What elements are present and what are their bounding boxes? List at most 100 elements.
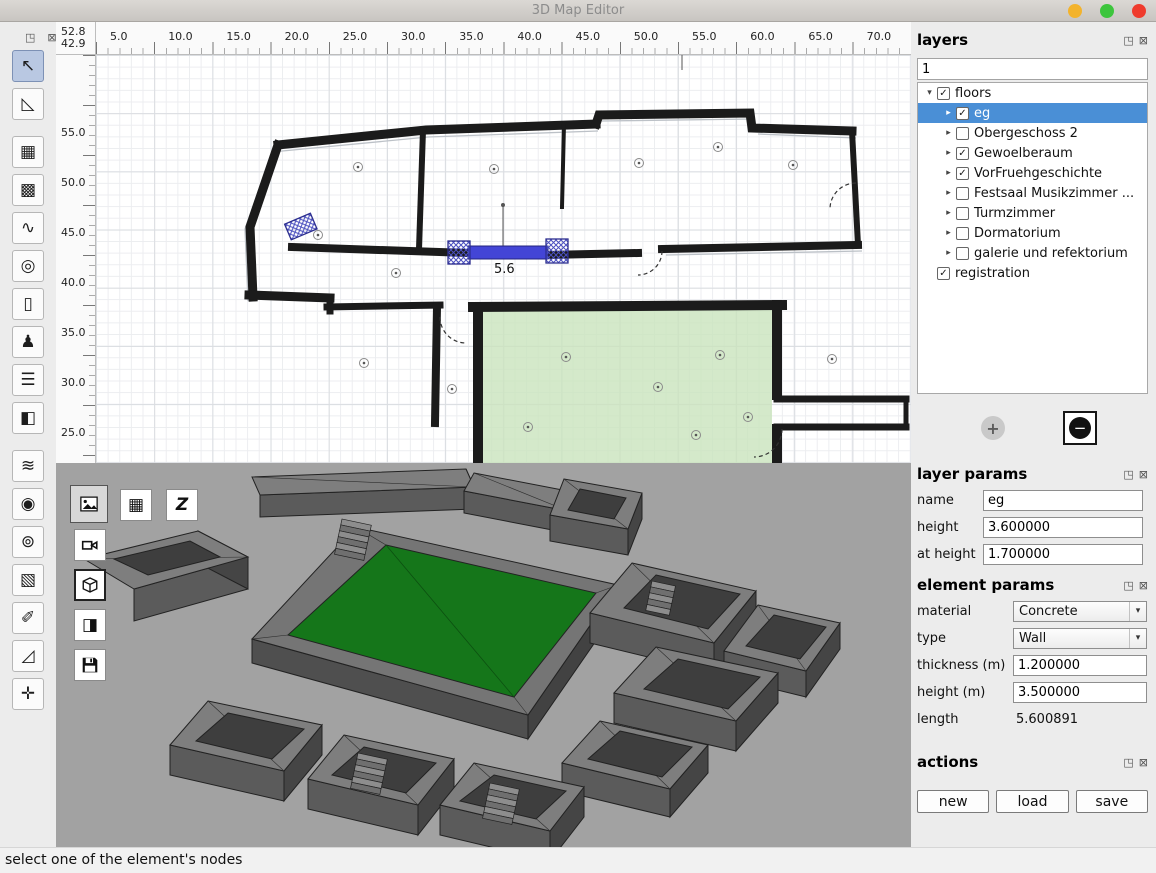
thickness-input[interactable] <box>1013 655 1147 676</box>
cube-view-button[interactable] <box>74 569 106 601</box>
slope-tool[interactable]: ◿ <box>12 640 44 672</box>
grid-icon: ▦ <box>128 497 144 514</box>
layer-checkbox[interactable]: ✓ <box>956 107 969 120</box>
hruler-label: 40.0 <box>517 30 542 43</box>
wall-icon: ◧ <box>20 410 36 427</box>
close-button[interactable] <box>1132 4 1146 18</box>
wall-tool[interactable]: ◧ <box>12 402 44 434</box>
door-tool[interactable]: ▯ <box>12 288 44 320</box>
expand-arrow-icon[interactable]: ▾ <box>922 88 937 98</box>
fingerprint-tool[interactable]: ⊚ <box>12 526 44 558</box>
float-panel-icon[interactable]: ◳ <box>25 31 35 44</box>
viewport-3d[interactable]: ▦ Z ◨ <box>56 463 911 847</box>
hruler-label: 50.0 <box>634 30 659 43</box>
layer-height-input[interactable] <box>983 517 1143 538</box>
layer-label: registration <box>955 266 1030 281</box>
layer-row-turmzimmer[interactable]: ▸Turmzimmer <box>918 203 1147 223</box>
layer-checkbox[interactable] <box>956 187 969 200</box>
expand-arrow-icon[interactable]: ▸ <box>941 208 956 218</box>
layer-row-registration[interactable]: ✓ registration <box>918 263 1147 283</box>
layer-checkbox[interactable]: ✓ <box>937 87 950 100</box>
maximize-button[interactable] <box>1100 4 1114 18</box>
furniture-tool[interactable]: ♟ <box>12 326 44 358</box>
layer-checkbox[interactable]: ✓ <box>937 267 950 280</box>
select-tool[interactable]: ↖ <box>12 50 44 82</box>
height-label: height <box>917 520 983 535</box>
hruler-label: 30.0 <box>401 30 426 43</box>
wall-mode-button[interactable]: ◨ <box>74 609 106 641</box>
layer-row-obergeschoss-2[interactable]: ▸Obergeschoss 2 <box>918 123 1147 143</box>
save-button[interactable]: save <box>1076 790 1148 813</box>
save-icon <box>81 656 99 674</box>
texture-tool[interactable]: ▦ <box>12 136 44 168</box>
beacon-tool[interactable]: ◉ <box>12 488 44 520</box>
layer-params-section: layer params ◳ ⊠ name height at height <box>917 464 1148 565</box>
remove-layer-button[interactable]: − <box>1063 411 1097 445</box>
expand-arrow-icon[interactable]: ▸ <box>941 228 956 238</box>
floorplan-canvas[interactable]: 5.6 <box>96 55 911 463</box>
layer-row-floors[interactable]: ▾✓floors <box>918 83 1147 103</box>
new-button[interactable]: new <box>917 790 989 813</box>
texture-icon: ▦ <box>20 144 36 161</box>
layer-row-vorfruehgeschichte[interactable]: ▸✓VorFruehgeschichte <box>918 163 1147 183</box>
layer-checkbox[interactable]: ✓ <box>956 147 969 160</box>
layer-row-gewoelberaum[interactable]: ▸✓ Gewoelberaum <box>918 143 1147 163</box>
window-title: 3D Map Editor <box>0 3 1156 18</box>
grid-toggle-button[interactable]: ▦ <box>120 489 152 521</box>
layer-label: Gewoelberaum <box>974 146 1073 161</box>
z-levels-button[interactable]: Z <box>166 489 198 521</box>
add-layer-button[interactable]: + <box>981 416 1005 440</box>
material-select[interactable]: Concrete ▾ <box>1013 601 1147 622</box>
length-value: 5.600891 <box>1013 712 1078 727</box>
selected-wall-element[interactable]: 5.6 <box>285 203 568 277</box>
layer-row-festsaal-musikzimmer[interactable]: ▸Festsaal Musikzimmer ... <box>918 183 1147 203</box>
wifi-icon: ≋ <box>21 458 35 475</box>
pen-tool[interactable]: ✐ <box>12 602 44 634</box>
layer-params-header: layer params ◳ ⊠ <box>917 464 1148 484</box>
hruler-label: 70.0 <box>867 30 892 43</box>
close-panel-icon[interactable]: ⊠ <box>1139 468 1148 481</box>
load-button[interactable]: load <box>996 790 1068 813</box>
layer-row-galerie-und-refektorium[interactable]: ▸galerie und refektorium <box>918 243 1147 263</box>
measure-tool[interactable]: ◺ <box>12 88 44 120</box>
expand-arrow-icon[interactable]: ▸ <box>941 248 956 258</box>
camera-view-button[interactable] <box>74 529 106 561</box>
expand-arrow-icon[interactable]: ▸ <box>941 128 956 138</box>
type-select[interactable]: Wall ▾ <box>1013 628 1147 649</box>
expand-arrow-icon[interactable]: ▸ <box>941 108 956 118</box>
close-panel-icon[interactable]: ⊠ <box>1139 756 1148 769</box>
float-panel-icon[interactable]: ◳ <box>1123 34 1133 47</box>
float-panel-icon[interactable]: ◳ <box>1123 468 1133 481</box>
image-tool[interactable]: ▧ <box>12 564 44 596</box>
spline-tool[interactable]: ∿ <box>12 212 44 244</box>
close-panel-icon[interactable]: ⊠ <box>1139 579 1148 592</box>
pattern-tool[interactable]: ▩ <box>12 174 44 206</box>
expand-arrow-icon[interactable]: ▸ <box>941 188 956 198</box>
registration-outline <box>245 119 862 301</box>
layer-row-dormatorium[interactable]: ▸Dormatorium <box>918 223 1147 243</box>
layer-checkbox[interactable] <box>956 247 969 260</box>
layer-checkbox[interactable] <box>956 227 969 240</box>
save-view-button[interactable] <box>74 649 106 681</box>
background-image-button[interactable] <box>70 485 108 523</box>
stairs-tool[interactable]: ☰ <box>12 364 44 396</box>
expand-arrow-icon[interactable]: ▸ <box>941 168 956 178</box>
wifi-tool[interactable]: ≋ <box>12 450 44 482</box>
crosshair-tool[interactable]: ✛ <box>12 678 44 710</box>
float-panel-icon[interactable]: ◳ <box>1123 579 1133 592</box>
layer-at-height-input[interactable] <box>983 544 1143 565</box>
layer-checkbox[interactable]: ✓ <box>956 167 969 180</box>
minimize-button[interactable] <box>1068 4 1082 18</box>
expand-arrow-icon[interactable]: ▸ <box>941 148 956 158</box>
vertical-ruler: 55.050.045.040.035.030.025.0 <box>56 55 96 463</box>
close-panel-icon[interactable]: ⊠ <box>1139 34 1148 47</box>
layer-checkbox[interactable] <box>956 127 969 140</box>
layer-name-input[interactable] <box>983 490 1143 511</box>
column-tool[interactable]: ◎ <box>12 250 44 282</box>
type-label: type <box>917 631 1013 646</box>
layer-checkbox[interactable] <box>956 207 969 220</box>
layer-row-eg[interactable]: ▸✓eg <box>918 103 1147 123</box>
float-panel-icon[interactable]: ◳ <box>1123 756 1133 769</box>
layer-filter-input[interactable] <box>917 58 1148 80</box>
element-height-input[interactable] <box>1013 682 1147 703</box>
